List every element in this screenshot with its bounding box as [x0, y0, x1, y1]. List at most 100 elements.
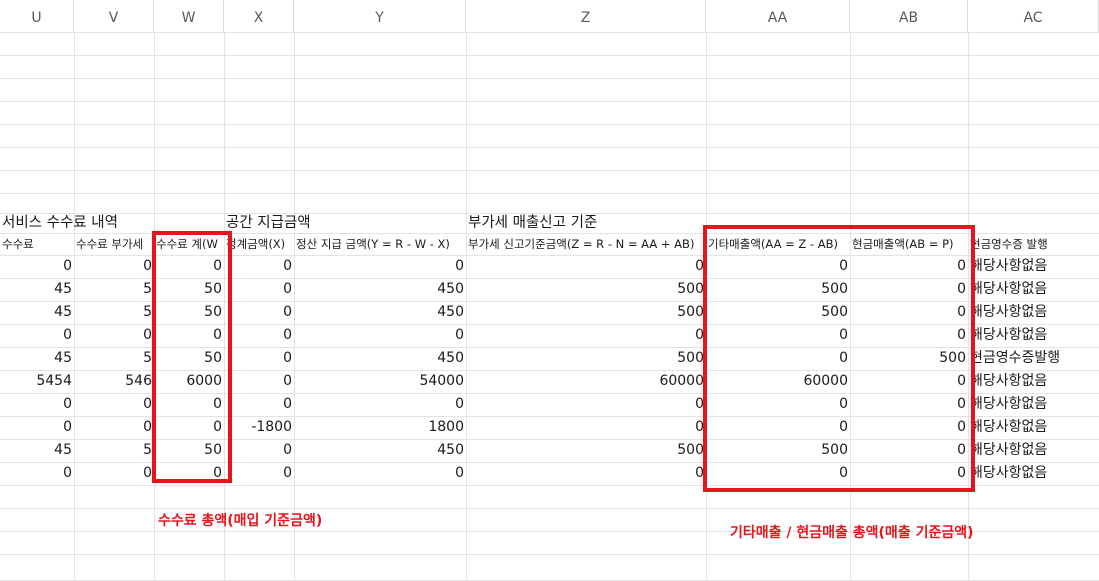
data-cell[interactable]: 0	[224, 462, 294, 485]
data-cell[interactable]: 0	[224, 439, 294, 462]
data-cell[interactable]: 0	[850, 393, 968, 416]
data-cell[interactable]: 0	[706, 324, 850, 347]
section-title-vat[interactable]: 부가세 매출신고 기준	[466, 212, 850, 235]
data-cell[interactable]: 450	[294, 347, 466, 370]
data-cell[interactable]: 0	[466, 324, 706, 347]
data-cell[interactable]: 0	[706, 393, 850, 416]
data-cell[interactable]: 0	[294, 393, 466, 416]
data-cell[interactable]: 0	[154, 324, 224, 347]
data-cell[interactable]: 450	[294, 278, 466, 301]
receipt-status-cell[interactable]: 해당사항없음	[968, 301, 1099, 324]
data-cell[interactable]: 0	[466, 393, 706, 416]
data-cell[interactable]: 0	[74, 324, 154, 347]
data-cell[interactable]: 500	[466, 347, 706, 370]
column-header-z[interactable]: Z	[466, 0, 706, 32]
data-cell[interactable]: 0	[154, 416, 224, 439]
data-cell[interactable]: 0	[224, 255, 294, 278]
header-cell-w[interactable]: 수수료 계(W	[154, 234, 224, 255]
data-cell[interactable]: 0	[850, 416, 968, 439]
data-cell[interactable]: 54000	[294, 370, 466, 393]
data-cell[interactable]: 450	[294, 439, 466, 462]
data-cell[interactable]: 500	[706, 439, 850, 462]
data-cell[interactable]: 0	[224, 393, 294, 416]
data-cell[interactable]: 45	[0, 301, 74, 324]
header-cell-u[interactable]: 수수료	[0, 234, 74, 255]
data-cell[interactable]: 0	[466, 416, 706, 439]
data-cell[interactable]: 5	[74, 439, 154, 462]
column-header-y[interactable]: Y	[294, 0, 466, 32]
data-cell[interactable]: 500	[466, 278, 706, 301]
receipt-status-cell[interactable]: 현금영수증발행	[968, 347, 1099, 370]
column-header-aa[interactable]: AA	[706, 0, 850, 32]
data-cell[interactable]: 0	[74, 416, 154, 439]
data-cell[interactable]: 500	[466, 301, 706, 324]
receipt-status-cell[interactable]: 해당사항없음	[968, 462, 1099, 485]
data-cell[interactable]: 0	[466, 462, 706, 485]
data-cell[interactable]: 0	[224, 370, 294, 393]
data-cell[interactable]: 50	[154, 278, 224, 301]
data-cell[interactable]: 0	[294, 324, 466, 347]
receipt-status-cell[interactable]: 해당사항없음	[968, 278, 1099, 301]
data-cell[interactable]: 500	[466, 439, 706, 462]
data-cell[interactable]: 0	[0, 393, 74, 416]
data-cell[interactable]: 0	[706, 462, 850, 485]
header-cell-aa[interactable]: 기타매출액(AA = Z - AB)	[706, 234, 850, 255]
data-cell[interactable]: 50	[154, 301, 224, 324]
header-cell-v[interactable]: 수수료 부가세	[74, 234, 154, 255]
data-cell[interactable]: 0	[706, 416, 850, 439]
header-cell-ab[interactable]: 현금매출액(AB = P)	[850, 234, 968, 255]
data-cell[interactable]: 0	[224, 301, 294, 324]
data-cell[interactable]: 0	[224, 278, 294, 301]
column-header-x[interactable]: X	[224, 0, 294, 32]
data-cell[interactable]: 1800	[294, 416, 466, 439]
section-title-service-fee[interactable]: 서비스 수수료 내역	[0, 212, 224, 235]
receipt-status-cell[interactable]: 해당사항없음	[968, 439, 1099, 462]
data-cell[interactable]: 0	[466, 255, 706, 278]
data-cell[interactable]: 500	[706, 278, 850, 301]
data-cell[interactable]: 6000	[154, 370, 224, 393]
data-cell[interactable]: 5	[74, 278, 154, 301]
data-cell[interactable]: 0	[850, 301, 968, 324]
data-cell[interactable]: 5	[74, 347, 154, 370]
section-title-space-payment[interactable]: 공간 지급금액	[224, 212, 466, 235]
data-cell[interactable]: 0	[0, 324, 74, 347]
header-cell-z[interactable]: 부가세 신고기준금액(Z = R - N = AA + AB)	[466, 234, 706, 255]
data-cell[interactable]: 0	[224, 324, 294, 347]
data-cell[interactable]: 0	[154, 255, 224, 278]
data-cell[interactable]: 500	[850, 347, 968, 370]
data-cell[interactable]: 0	[706, 255, 850, 278]
data-cell[interactable]: 0	[294, 255, 466, 278]
data-cell[interactable]: 0	[850, 370, 968, 393]
data-cell[interactable]: 5454	[0, 370, 74, 393]
data-cell[interactable]: 45	[0, 347, 74, 370]
receipt-status-cell[interactable]: 해당사항없음	[968, 393, 1099, 416]
data-cell[interactable]: 0	[294, 462, 466, 485]
data-cell[interactable]: 60000	[466, 370, 706, 393]
data-cell[interactable]: 0	[0, 462, 74, 485]
column-header-w[interactable]: W	[154, 0, 224, 32]
data-cell[interactable]: 5	[74, 301, 154, 324]
data-cell[interactable]: 450	[294, 301, 466, 324]
data-cell[interactable]: 0	[0, 255, 74, 278]
column-header-v[interactable]: V	[74, 0, 154, 32]
column-header-ac[interactable]: AC	[968, 0, 1099, 32]
data-cell[interactable]: -1800	[224, 416, 294, 439]
data-cell[interactable]: 45	[0, 278, 74, 301]
data-cell[interactable]: 0	[850, 462, 968, 485]
spreadsheet[interactable]: 서비스 수수료 내역 공간 지급금액 부가세 매출신고 기준수수료 수수료 부가세 수수…	[0, 0, 1099, 581]
data-cell[interactable]: 45	[0, 439, 74, 462]
data-cell[interactable]: 546	[74, 370, 154, 393]
column-header-u[interactable]: U	[0, 0, 74, 32]
header-cell-ac[interactable]: 현금영수증 발행	[968, 234, 1099, 255]
data-cell[interactable]: 0	[74, 255, 154, 278]
header-cell-x[interactable]: 정계금액(X)	[224, 234, 294, 255]
data-cell[interactable]: 0	[74, 462, 154, 485]
receipt-status-cell[interactable]: 해당사항없음	[968, 324, 1099, 347]
data-cell[interactable]: 60000	[706, 370, 850, 393]
column-header-ab[interactable]: AB	[850, 0, 968, 32]
data-cell[interactable]: 0	[0, 416, 74, 439]
receipt-status-cell[interactable]: 해당사항없음	[968, 370, 1099, 393]
receipt-status-cell[interactable]: 해당사항없음	[968, 416, 1099, 439]
data-cell[interactable]: 0	[154, 462, 224, 485]
data-cell[interactable]: 0	[850, 439, 968, 462]
